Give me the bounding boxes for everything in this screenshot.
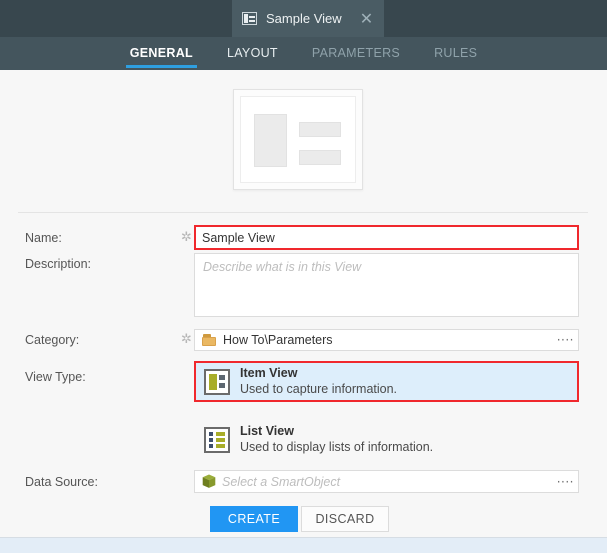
preview-bar-bottom	[299, 150, 341, 165]
discard-button[interactable]: DISCARD	[301, 506, 389, 532]
name-required-marker: ✲	[181, 230, 192, 245]
view-designer-window: Sample View ✕ GENERAL LAYOUT PARAMETERS …	[0, 0, 607, 553]
category-input[interactable]: How To\Parameters ····	[194, 329, 579, 351]
category-required-marker: ✲	[181, 332, 192, 347]
tab-layout[interactable]: LAYOUT	[210, 37, 295, 70]
list-view-icon	[204, 426, 230, 453]
description-placeholder: Describe what is in this View	[203, 260, 362, 274]
view-preview-thumbnail	[233, 89, 363, 190]
name-label: Name:	[25, 231, 62, 245]
title-bar: Sample View ✕	[0, 0, 607, 37]
view-type-option-list-view[interactable]: List View Used to display lists of infor…	[196, 419, 577, 460]
item-view-title: Item View	[240, 366, 298, 380]
item-view-description: Used to capture information.	[240, 382, 398, 396]
description-textarea[interactable]: Describe what is in this View	[194, 253, 579, 317]
tab-parameters[interactable]: PARAMETERS	[295, 37, 417, 70]
section-tab-strip: GENERAL LAYOUT PARAMETERS RULES	[0, 37, 607, 70]
item-view-icon	[242, 12, 257, 25]
preview-block	[254, 114, 287, 167]
tab-general[interactable]: GENERAL	[113, 37, 210, 70]
category-browse-button[interactable]: ····	[557, 334, 574, 346]
list-view-description: Used to display lists of information.	[240, 440, 434, 454]
category-label: Category:	[25, 333, 80, 347]
item-view-icon	[204, 368, 230, 395]
data-source-browse-button[interactable]: ····	[557, 476, 574, 488]
preview-bar-top	[299, 122, 341, 137]
document-tab-label: Sample View	[266, 11, 342, 26]
document-tab-sample-view[interactable]: Sample View ✕	[232, 0, 384, 37]
close-icon[interactable]: ✕	[358, 10, 375, 27]
general-tab-content: Name: ✲ Sample View Description: Describ…	[0, 70, 607, 537]
view-type-label: View Type:	[25, 370, 86, 384]
name-input[interactable]: Sample View	[194, 225, 579, 250]
view-type-option-item-view[interactable]: Item View Used to capture information.	[194, 361, 579, 402]
create-button[interactable]: CREATE	[210, 506, 298, 532]
description-label: Description:	[25, 257, 91, 271]
folder-icon	[202, 334, 216, 346]
smartobject-cube-icon	[202, 474, 216, 489]
section-divider	[18, 212, 588, 213]
tab-rules[interactable]: RULES	[417, 37, 494, 70]
footer-strip	[0, 537, 607, 553]
data-source-label: Data Source:	[25, 475, 98, 489]
category-value: How To\Parameters	[223, 333, 333, 347]
list-view-title: List View	[240, 424, 294, 438]
name-input-value: Sample View	[202, 230, 275, 245]
data-source-placeholder: Select a SmartObject	[222, 474, 341, 489]
data-source-input[interactable]: Select a SmartObject ····	[194, 470, 579, 493]
